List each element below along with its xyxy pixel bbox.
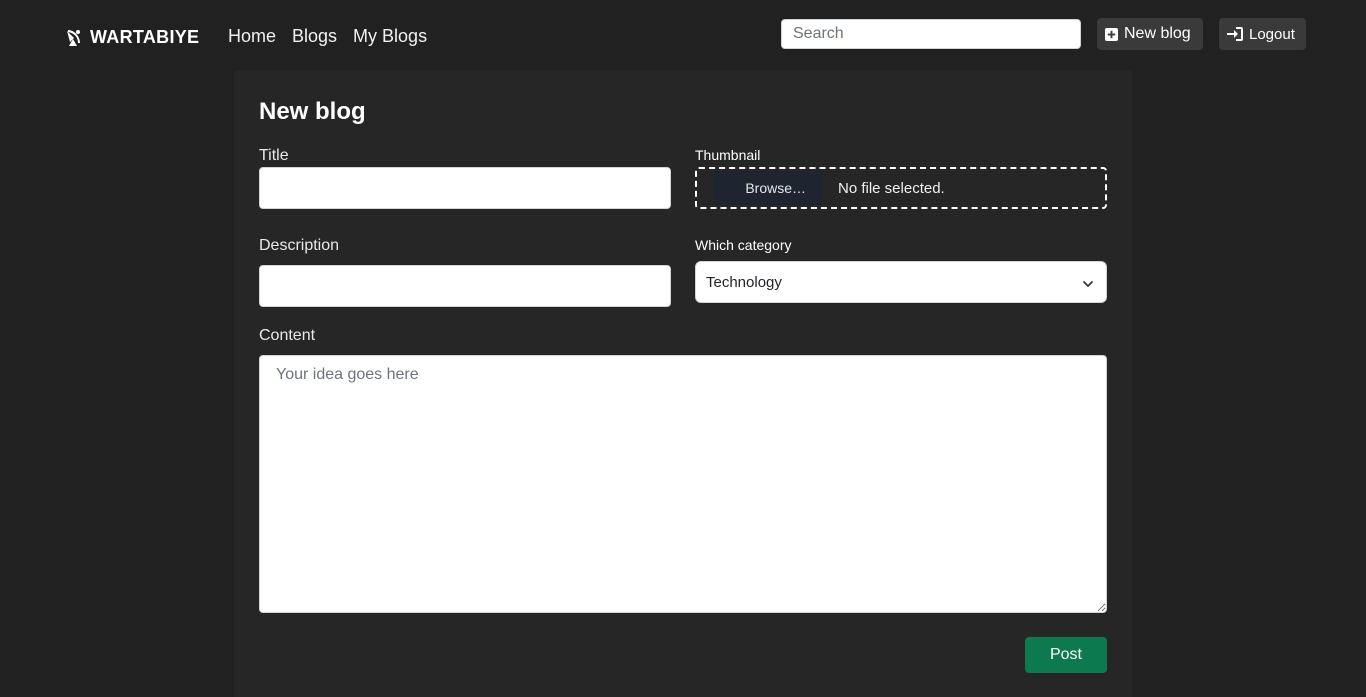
new-blog-button[interactable]: New blog [1097, 18, 1203, 50]
nav-links: Home Blogs My Blogs [228, 24, 427, 48]
thumbnail-file-input[interactable]: Browse… No file selected. [695, 167, 1107, 209]
logout-label: Logout [1249, 25, 1295, 43]
navbar: WARTABIYE Home Blogs My Blogs New blog L… [0, 0, 1366, 68]
nav-link-home[interactable]: Home [228, 24, 276, 48]
category-select[interactable]: Technology [695, 261, 1107, 303]
brand-logo[interactable]: WARTABIYE [64, 25, 199, 49]
category-label: Which category [695, 237, 792, 253]
browse-button[interactable]: Browse… [714, 171, 822, 205]
content-label: Content [259, 327, 316, 344]
page-title: New blog [259, 98, 366, 125]
chevron-down-icon [1082, 276, 1094, 293]
title-label: Title [259, 147, 289, 164]
title-input[interactable] [259, 167, 671, 209]
post-button[interactable]: Post [1025, 637, 1107, 673]
new-blog-label: New blog [1124, 25, 1191, 42]
file-status: No file selected. [838, 179, 945, 197]
category-selected-value: Technology [706, 273, 782, 291]
sign-in-icon [1227, 27, 1243, 41]
satellite-dish-icon [64, 27, 84, 47]
nav-link-blogs[interactable]: Blogs [292, 24, 337, 48]
content-textarea[interactable] [259, 355, 1107, 613]
logout-button[interactable]: Logout [1219, 18, 1306, 50]
brand-name: WARTABIYE [90, 26, 200, 47]
plus-square-icon [1105, 27, 1118, 41]
nav-link-my-blogs[interactable]: My Blogs [353, 24, 427, 48]
thumbnail-label: Thumbnail [695, 147, 761, 163]
search-input[interactable] [781, 19, 1081, 49]
description-input[interactable] [259, 265, 671, 307]
description-label: Description [259, 237, 340, 254]
